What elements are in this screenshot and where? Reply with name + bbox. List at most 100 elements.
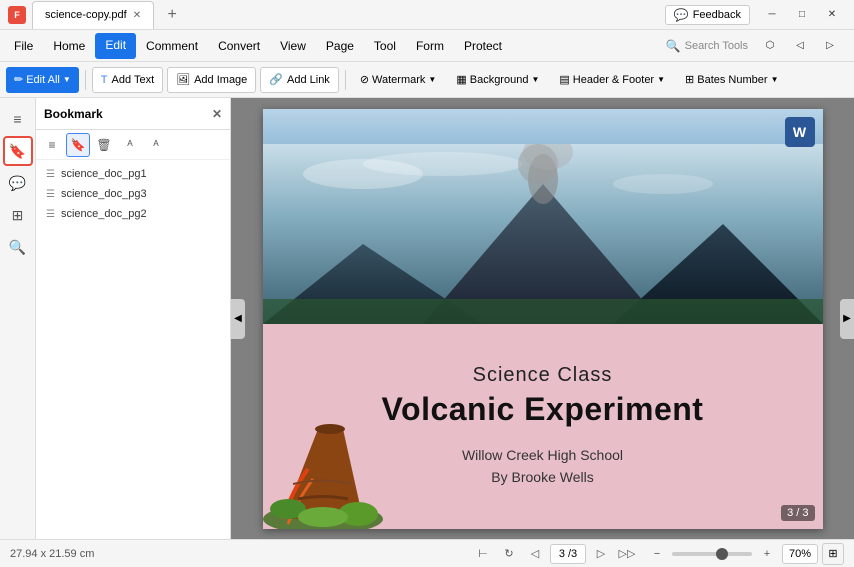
titlebar-right: 💬 Feedback ─ □ ✕ xyxy=(665,5,846,25)
toolbar-separator-1 xyxy=(85,70,86,90)
watermark-dropdown-icon: ▼ xyxy=(428,75,436,84)
sidebar-icon-search[interactable]: 🔍 xyxy=(3,232,33,262)
bookmark-uppercase-btn[interactable]: ᴬ xyxy=(144,133,168,157)
bookmark-item-2[interactable]: ☰ science_doc_pg3 xyxy=(36,184,230,204)
watermark-button[interactable]: ⊘ Watermark ▼ xyxy=(352,67,445,93)
background-button[interactable]: ▦ Background ▼ xyxy=(448,67,547,93)
prev-page-button[interactable]: ◁ xyxy=(524,543,546,565)
pdf-title-small: Science Class xyxy=(473,364,613,387)
titlebar-left: F science-copy.pdf ✕ + xyxy=(8,1,184,29)
bookmark-toolbar: ≡ 🔖 🗑 ᴬ ᴬ xyxy=(36,130,230,160)
menu-back[interactable]: ◁ xyxy=(786,37,814,55)
minimize-button[interactable]: ─ xyxy=(758,6,786,24)
bates-number-button[interactable]: ⊞ Bates Number ▼ xyxy=(677,67,786,93)
zoom-in-button[interactable]: + xyxy=(756,543,778,565)
collapse-right-button[interactable]: ▶ xyxy=(840,299,854,339)
bates-dropdown-icon: ▼ xyxy=(771,75,779,84)
feedback-button[interactable]: 💬 Feedback xyxy=(665,5,750,25)
menu-view[interactable]: View xyxy=(270,33,316,59)
menubar: File Home Edit Comment Convert View Page… xyxy=(0,30,854,62)
bookmark-item-1[interactable]: ☰ science_doc_pg1 xyxy=(36,164,230,184)
bookmark-menu-btn[interactable]: ≡ xyxy=(40,133,64,157)
menu-home[interactable]: Home xyxy=(43,33,95,59)
fit-page-button[interactable]: ⊞ xyxy=(822,543,844,565)
statusbar: 27.94 x 21.59 cm ⊢ ↻ ◁ ▷ ▷▷ − + ⊞ xyxy=(0,539,854,567)
search-tools-label: Search Tools xyxy=(685,40,748,52)
edit-pencil-icon: ✏ xyxy=(14,73,23,86)
bates-number-icon: ⊞ xyxy=(685,73,694,86)
new-tab-button[interactable]: + xyxy=(160,3,184,27)
sidebar-icon-comment[interactable]: 💬 xyxy=(3,168,33,198)
main-area: ≡ 🔖 💬 ⊞ 🔍 Bookmark ✕ ≡ 🔖 🗑 ᴬ ᴬ ☰ science… xyxy=(0,98,854,539)
pdf-image-top xyxy=(263,109,823,324)
edit-all-dropdown-icon: ▼ xyxy=(63,75,71,84)
menu-external-link[interactable]: ⬡ xyxy=(756,37,784,55)
word-icon-badge: W xyxy=(785,117,815,147)
page-dimensions: 27.94 x 21.59 cm xyxy=(10,548,94,560)
menu-forward[interactable]: ▷ xyxy=(816,37,844,55)
close-button[interactable]: ✕ xyxy=(818,6,846,24)
last-page-button[interactable]: ▷▷ xyxy=(616,543,638,565)
background-dropdown-icon: ▼ xyxy=(531,75,539,84)
sidebar-icons: ≡ 🔖 💬 ⊞ 🔍 xyxy=(0,98,36,539)
page-number-input[interactable] xyxy=(550,544,586,564)
menu-protect[interactable]: Protect xyxy=(454,33,512,59)
first-page-button[interactable]: ⊢ xyxy=(472,543,494,565)
search-tools[interactable]: 🔍 Search Tools xyxy=(658,37,756,55)
bookmark-rename-btn[interactable]: ᴬ xyxy=(118,133,142,157)
menu-comment[interactable]: Comment xyxy=(136,33,208,59)
rotate-btn[interactable]: ↻ xyxy=(498,543,520,565)
pdf-subtitle: Willow Creek High School By Brooke Wells xyxy=(462,444,623,489)
volcano-svg xyxy=(263,144,823,324)
sidebar-icon-pages[interactable]: ⊞ xyxy=(3,200,33,230)
bookmark-delete-btn[interactable]: 🗑 xyxy=(92,133,116,157)
zoom-slider-thumb xyxy=(716,548,728,560)
bookmark-item-3[interactable]: ☰ science_doc_pg2 xyxy=(36,204,230,224)
page-navigation: ⊢ ↻ ◁ ▷ ▷▷ xyxy=(472,543,638,565)
bookmark-add-btn[interactable]: 🔖 xyxy=(66,133,90,157)
bookmark-item-icon-1: ☰ xyxy=(46,169,55,180)
edit-all-button[interactable]: ✏ Edit All ▼ xyxy=(6,67,79,93)
sidebar-icon-bookmark[interactable]: 🔖 xyxy=(3,136,33,166)
bookmark-panel-header: Bookmark ✕ xyxy=(36,98,230,130)
menu-page[interactable]: Page xyxy=(316,33,364,59)
sidebar-icon-hamburger[interactable]: ≡ xyxy=(3,104,33,134)
pdf-page: Science Class Volcanic Experiment Willow… xyxy=(263,109,823,529)
collapse-left-button[interactable]: ◀ xyxy=(231,299,245,339)
next-page-button[interactable]: ▷ xyxy=(590,543,612,565)
add-image-icon: 🖼 xyxy=(176,73,190,86)
zoom-level-input[interactable] xyxy=(782,544,818,564)
zoom-slider[interactable] xyxy=(672,552,752,556)
pdf-title-large: Volcanic Experiment xyxy=(382,391,704,428)
zoom-out-button[interactable]: − xyxy=(646,543,668,565)
tab-close-button[interactable]: ✕ xyxy=(133,10,141,21)
background-icon: ▦ xyxy=(456,73,466,86)
bookmark-close-button[interactable]: ✕ xyxy=(212,107,222,121)
titlebar: F science-copy.pdf ✕ + 💬 Feedback ─ □ ✕ xyxy=(0,0,854,30)
maximize-button[interactable]: □ xyxy=(788,6,816,24)
add-link-button[interactable]: 🔗 Add Link xyxy=(260,67,339,93)
add-image-button[interactable]: 🖼 Add Image xyxy=(167,67,256,93)
menu-file[interactable]: File xyxy=(4,33,43,59)
header-footer-button[interactable]: ▤ Header & Footer ▼ xyxy=(551,67,673,93)
add-text-button[interactable]: T Add Text xyxy=(92,67,163,93)
app-icon: F xyxy=(8,6,26,24)
bookmark-item-icon-3: ☰ xyxy=(46,209,55,220)
feedback-label: Feedback xyxy=(693,9,741,21)
active-tab[interactable]: science-copy.pdf ✕ xyxy=(32,1,154,29)
menu-edit[interactable]: Edit xyxy=(95,33,136,59)
menu-tool[interactable]: Tool xyxy=(364,33,406,59)
pdf-viewer[interactable]: ◀ xyxy=(231,98,854,539)
menu-form[interactable]: Form xyxy=(406,33,454,59)
menu-convert[interactable]: Convert xyxy=(208,33,270,59)
add-link-icon: 🔗 xyxy=(269,73,283,86)
toolbar-separator-2 xyxy=(345,70,346,90)
pdf-pink-section: Science Class Volcanic Experiment Willow… xyxy=(263,324,823,529)
zoom-controls: − + ⊞ xyxy=(646,543,844,565)
add-text-icon: T xyxy=(101,74,108,86)
bookmark-list: ☰ science_doc_pg1 ☰ science_doc_pg3 ☰ sc… xyxy=(36,160,230,539)
header-footer-icon: ▤ xyxy=(559,73,569,86)
tab-label: science-copy.pdf xyxy=(45,9,127,21)
volcano-illustration xyxy=(263,369,383,529)
bookmark-title: Bookmark xyxy=(44,107,103,121)
